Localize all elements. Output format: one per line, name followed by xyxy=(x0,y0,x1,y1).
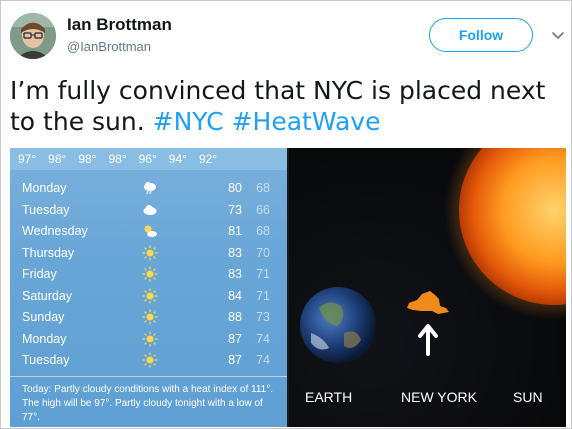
hashtag-heatwave[interactable]: #HeatWave xyxy=(232,107,381,136)
hourly-temp: 96° xyxy=(138,152,157,166)
follow-button[interactable]: Follow xyxy=(429,18,533,52)
day-low: 74 xyxy=(256,331,270,346)
display-name[interactable]: Ian Brottman xyxy=(67,15,172,35)
sun-icon xyxy=(142,331,158,347)
sun-icon xyxy=(142,245,158,261)
forecast-row: Thursday 83 70 xyxy=(10,243,287,265)
weather-summary: Today: Partly cloudy conditions with a h… xyxy=(10,376,287,427)
cloud-icon xyxy=(142,202,158,218)
hourly-temp: 98° xyxy=(78,152,97,166)
nyc-shape xyxy=(407,291,449,314)
weather-forecast-image: 97° 98° 98° 98° 96° 94° 92° Monday 80 68 xyxy=(10,148,287,427)
day-name: Wednesday xyxy=(22,224,88,238)
forecast-row: Friday 83 71 xyxy=(10,264,287,286)
tweet-media[interactable]: 97° 98° 98° 98° 96° 94° 92° Monday 80 68 xyxy=(10,148,566,427)
tweet-text: I’m fully convinced that NYC is placed n… xyxy=(10,75,566,137)
day-name: Friday xyxy=(22,267,57,281)
day-low: 70 xyxy=(256,245,270,260)
hourly-temp: 97° xyxy=(18,152,37,166)
hourly-temp: 94° xyxy=(168,152,187,166)
hashtag-nyc[interactable]: #NYC xyxy=(153,107,224,136)
day-name: Tuesday xyxy=(22,202,70,217)
day-high: 73 xyxy=(228,202,242,217)
day-low: 68 xyxy=(256,181,270,195)
partly-cloudy-icon xyxy=(142,223,158,239)
forecast-row: Monday 80 68 xyxy=(10,178,287,200)
tweet-card: Ian Brottman @IanBrottman Follow I’m ful… xyxy=(0,0,572,429)
user-handle[interactable]: @IanBrottman xyxy=(67,39,151,54)
hourly-temp: 98° xyxy=(108,152,127,166)
day-name: Tuesday xyxy=(22,353,70,367)
day-low: 66 xyxy=(256,202,270,217)
tweet-space xyxy=(224,107,232,136)
day-name: Sunday xyxy=(22,310,65,324)
chevron-down-icon[interactable] xyxy=(550,28,566,44)
day-low: 71 xyxy=(256,267,270,281)
rain-cloud-icon xyxy=(142,180,158,196)
day-high: 87 xyxy=(228,331,242,346)
day-name: Monday xyxy=(22,331,67,346)
sun-icon xyxy=(142,352,158,368)
avatar[interactable] xyxy=(10,13,56,59)
day-name: Saturday xyxy=(22,288,73,303)
day-low: 71 xyxy=(256,288,270,303)
forecast-row: Tuesday 73 66 xyxy=(10,200,287,222)
label-sun: SUN xyxy=(513,389,543,405)
up-arrow xyxy=(418,324,438,356)
forecast-row: Sunday 88 73 xyxy=(10,307,287,329)
space-image: EARTH NEW YORK SUN xyxy=(289,148,566,427)
hourly-temp: 98° xyxy=(48,152,67,166)
day-high: 83 xyxy=(228,245,242,260)
label-new-york: NEW YORK xyxy=(401,389,477,405)
forecast-row: Wednesday 81 68 xyxy=(10,221,287,243)
daily-forecast-list: Monday 80 68 Tuesday 73 66 Wednesday 81 … xyxy=(10,178,287,372)
day-name: Monday xyxy=(22,181,67,195)
forecast-row: Monday 87 74 xyxy=(10,329,287,351)
day-low: 68 xyxy=(256,224,270,238)
day-high: 81 xyxy=(228,224,242,238)
sun-icon xyxy=(142,266,158,282)
label-earth: EARTH xyxy=(305,389,353,405)
hourly-temp: 92° xyxy=(198,152,218,166)
day-name: Thursday xyxy=(22,245,75,260)
day-high: 84 xyxy=(228,288,242,303)
day-high: 83 xyxy=(228,267,242,281)
day-low: 74 xyxy=(256,353,270,367)
sun-icon xyxy=(142,309,158,325)
day-low: 73 xyxy=(256,310,270,324)
day-high: 87 xyxy=(228,353,242,367)
forecast-row: Tuesday 87 74 xyxy=(10,350,287,372)
hourly-temps-strip: 97° 98° 98° 98° 96° 94° 92° xyxy=(10,148,287,170)
day-high: 80 xyxy=(228,181,242,195)
day-high: 88 xyxy=(228,310,242,324)
sun-icon xyxy=(142,288,158,304)
forecast-row: Saturday 84 71 xyxy=(10,286,287,308)
